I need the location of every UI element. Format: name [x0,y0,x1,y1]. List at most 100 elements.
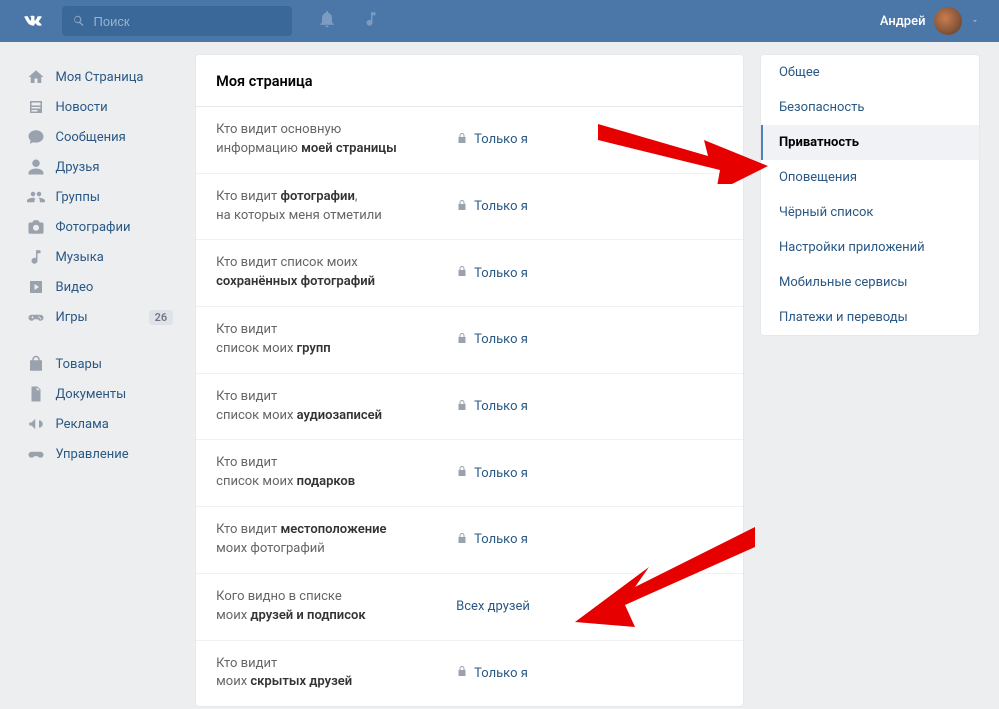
privacy-row-label: Кто видит фотографии,на которых меня отм… [216,188,456,226]
camera-icon [26,217,46,237]
settings-tab[interactable]: Безопасность [761,90,979,125]
privacy-row-value[interactable]: Только я [456,332,528,348]
nav-groups[interactable]: Группы [20,182,180,212]
privacy-row-value[interactable]: Только я [456,132,528,148]
settings-tab[interactable]: Приватность [761,125,979,160]
privacy-row-label: Кто видит местоположениемоих фотографий [216,521,456,559]
privacy-value-text: Только я [474,466,528,481]
nav-label: Моя Страница [56,70,144,85]
lock-icon [456,132,468,148]
message-icon [26,127,46,147]
privacy-row-value[interactable]: Только я [456,665,528,681]
settings-tab[interactable]: Общее [761,55,979,90]
nav-label: Реклама [56,417,109,432]
nav-photos[interactable]: Фотографии [20,212,180,242]
privacy-row: Кто видит список моихсохранённых фотогра… [196,240,743,307]
doc-icon [26,384,46,404]
note-icon [26,247,46,267]
privacy-row-value[interactable]: Только я [456,465,528,481]
nav-label: Группы [56,190,100,205]
page-title: Моя страница [196,55,743,107]
vk-logo-icon[interactable] [20,7,48,35]
settings-tab[interactable]: Оповещения [761,160,979,195]
nav-music[interactable]: Музыка [20,242,180,272]
privacy-row-value[interactable]: Только я [456,399,528,415]
privacy-value-text: Только я [474,399,528,414]
privacy-row-value[interactable]: Только я [456,265,528,281]
nav-label: Документы [56,387,127,402]
privacy-value-text: Только я [474,266,528,281]
privacy-row-label: Кто видитсписок моих групп [216,321,456,359]
settings-tab[interactable]: Платежи и переводы [761,300,979,335]
settings-tab[interactable]: Мобильные сервисы [761,265,979,300]
lock-icon [456,399,468,415]
settings-tabs: ОбщееБезопасностьПриватностьОповещенияЧё… [760,54,980,336]
group-icon [26,187,46,207]
privacy-value-text: Только я [474,666,528,681]
nav-docs[interactable]: Документы [20,379,180,409]
nav-market[interactable]: Товары [20,349,180,379]
privacy-row: Кто видитсписок моих подарков Только я [196,440,743,507]
privacy-row: Кто видит фотографии,на которых меня отм… [196,174,743,241]
privacy-row: Кто видитсписок моих аудиозаписей Только … [196,374,743,441]
privacy-row-value[interactable]: Только я [456,532,528,548]
privacy-row: Кто видитсписок моих групп Только я [196,307,743,374]
privacy-row-label: Кто видит список моихсохранённых фотогра… [216,254,456,292]
privacy-row-label: Кто видитсписок моих аудиозаписей [216,388,456,426]
lock-icon [456,265,468,281]
settings-panel: Моя страница Кто видит основнуюинформаци… [195,54,744,707]
lock-icon [456,199,468,215]
privacy-row-value[interactable]: Всех друзей [456,599,530,614]
privacy-row: Кто видитмоих скрытых друзей Только я [196,641,743,707]
nav-ads[interactable]: Реклама [20,409,180,439]
settings-tab[interactable]: Чёрный список [761,195,979,230]
privacy-value-text: Только я [474,532,528,547]
lock-icon [456,665,468,681]
privacy-row-label: Кто видитмоих скрытых друзей [216,655,456,693]
left-sidebar: Моя Страница Новости Сообщения Друзья Гр… [20,54,180,707]
privacy-row: Кто видит местоположениемоих фотографий Т… [196,507,743,574]
privacy-row: Кого видно в спискемоих друзей и подписо… [196,574,743,641]
news-icon [26,97,46,117]
nav-messages[interactable]: Сообщения [20,122,180,152]
settings-tab[interactable]: Настройки приложений [761,230,979,265]
privacy-value-text: Всех друзей [456,599,530,614]
privacy-value-text: Только я [474,132,528,147]
search-box[interactable] [62,6,292,36]
nav-label: Игры [56,310,88,325]
username-label: Андрей [880,14,926,29]
nav-label: Друзья [56,160,100,175]
lock-icon [456,532,468,548]
nav-manage[interactable]: Управление [20,439,180,469]
music-icon[interactable] [362,10,380,32]
nav-friends[interactable]: Друзья [20,152,180,182]
megaphone-icon [26,414,46,434]
privacy-value-text: Только я [474,332,528,347]
nav-video[interactable]: Видео [20,272,180,302]
nav-my-page[interactable]: Моя Страница [20,62,180,92]
bag-icon [26,354,46,374]
privacy-row-value[interactable]: Только я [456,199,528,215]
chevron-down-icon [970,16,980,26]
nav-label: Сообщения [56,130,126,145]
nav-label: Товары [56,357,102,372]
lock-icon [456,465,468,481]
notifications-icon[interactable] [317,9,337,33]
nav-label: Видео [56,280,94,295]
home-icon [26,67,46,87]
nav-label: Фотографии [56,220,131,235]
nav-label: Музыка [56,250,104,265]
privacy-row-label: Кого видно в спискемоих друзей и подписо… [216,588,456,626]
avatar [934,7,962,35]
search-input[interactable] [94,14,274,29]
games-badge: 26 [149,310,174,325]
nav-label: Новости [56,100,108,115]
video-icon [26,277,46,297]
privacy-row-label: Кто видитсписок моих подарков [216,454,456,492]
gamepad-icon [26,307,46,327]
nav-games[interactable]: Игры 26 [20,302,180,332]
user-icon [26,157,46,177]
user-menu[interactable]: Андрей [880,7,980,35]
nav-news[interactable]: Новости [20,92,180,122]
lock-icon [456,332,468,348]
